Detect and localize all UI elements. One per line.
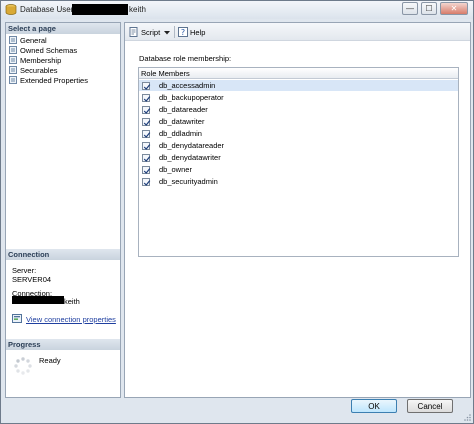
page-item-label: Membership [20,55,62,65]
role-name: db_denydatareader [159,141,225,150]
role-checkbox[interactable] [142,129,151,138]
toolbar-separator [174,26,175,38]
redacted-block [72,4,128,15]
redacted-block [12,296,64,304]
role-name: db_backupoperator [159,93,224,102]
help-button[interactable]: ? Help [178,26,205,38]
page-item-label: Extended Properties [20,75,88,85]
close-button[interactable]: ✕ [440,2,468,15]
progress-header: Progress [6,339,120,350]
help-icon: ? [178,27,188,37]
page-icon [9,46,17,54]
page-item-extended-properties[interactable]: Extended Properties [9,75,88,85]
role-row[interactable]: db_accessadmin [139,80,458,91]
view-connection-properties-link[interactable]: View connection properties [12,314,116,325]
minimize-button[interactable]: — [402,2,418,15]
window-title-suffix: keith [129,5,146,14]
page-item-owned-schemas[interactable]: Owned Schemas [9,45,77,55]
resize-grip-icon[interactable] [463,413,471,421]
properties-icon [12,314,22,325]
ok-button[interactable]: OK [351,399,397,413]
script-button[interactable]: Script [129,26,171,38]
page-item-label: General [20,35,47,45]
role-row[interactable]: db_securityadmin [139,176,458,187]
role-membership-label: Database role membership: [139,54,232,63]
connection-value: keith [64,297,80,306]
script-label: Script [141,27,161,37]
role-name: db_accessadmin [159,81,216,90]
role-checkbox[interactable] [142,141,151,150]
view-connection-properties-label: View connection properties [26,315,116,324]
page-item-label: Securables [20,65,58,75]
role-checkbox[interactable] [142,93,151,102]
role-row[interactable]: db_denydatareader [139,140,458,151]
role-name: db_denydatawriter [159,153,221,162]
role-checkbox[interactable] [142,153,151,162]
page-item-general[interactable]: General [9,35,47,45]
title-bar: Database User keith — ☐ ✕ [1,1,473,19]
role-name: db_datawriter [159,117,205,126]
database-user-dialog: Database User keith — ☐ ✕ Select a page … [0,0,474,424]
cancel-button[interactable]: Cancel [407,399,453,413]
role-name: db_owner [159,165,192,174]
progress-spinner-icon [13,356,33,376]
role-name: db_ddladmin [159,129,202,138]
role-name: db_datareader [159,105,208,114]
role-members-list: Role Members db_accessadmin db_backupope… [138,67,459,257]
role-checkbox[interactable] [142,165,151,174]
role-row[interactable]: db_denydatawriter [139,152,458,163]
maximize-button[interactable]: ☐ [421,2,437,15]
select-page-header: Select a page [6,23,120,34]
connection-header: Connection [6,249,120,260]
page-item-label: Owned Schemas [20,45,78,55]
content-pane: Script ? Help Database role membership: … [124,22,471,398]
role-row[interactable]: db_datawriter [139,116,458,127]
page-item-securables[interactable]: Securables [9,65,58,75]
role-checkbox[interactable] [142,117,151,126]
left-pane: Select a page General Owned Schemas Memb… [5,22,121,398]
server-label: Server: [12,266,37,275]
script-icon [129,27,139,37]
page-icon [9,76,17,84]
role-name: db_securityadmin [159,177,218,186]
role-row[interactable]: db_ddladmin [139,128,458,139]
role-row[interactable]: db_owner [139,164,458,175]
role-row[interactable]: db_backupoperator [139,92,458,103]
help-label: Help [190,27,206,37]
role-checkbox[interactable] [142,81,151,90]
svg-text:?: ? [181,28,185,37]
window-title: Database User [20,5,74,14]
server-value: SERVER04 [12,275,52,284]
page-icon [9,56,17,64]
chevron-down-icon[interactable] [164,28,171,37]
role-checkbox[interactable] [142,177,151,186]
page-item-membership[interactable]: Membership [9,55,61,65]
database-icon [5,4,17,15]
role-members-column-header: Role Members [139,68,458,79]
role-checkbox[interactable] [142,105,151,114]
page-icon [9,36,17,44]
toolbar: Script ? Help [125,23,470,41]
progress-status: Ready [39,356,61,365]
role-row[interactable]: db_datareader [139,104,458,115]
page-icon [9,66,17,74]
